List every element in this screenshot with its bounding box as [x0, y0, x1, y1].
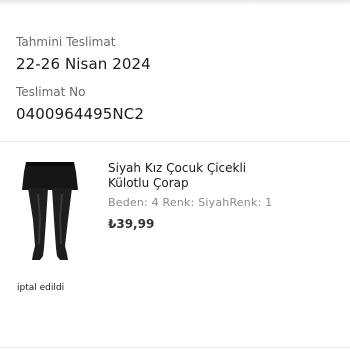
product-info: Siyah Kız Çocuk Çicekli Külotlu Çorap Be… [108, 161, 344, 232]
order-detail-page: Tahmini Teslimat 22-26 Nisan 2024 Teslim… [0, 0, 350, 350]
product-variant: Beden: 4 Renk: SiyahRenk: 1 [108, 196, 273, 209]
estimated-delivery-date: 22-26 Nisan 2024 [16, 55, 151, 73]
product-title-line-1[interactable]: Siyah Kız Çocuk Çicekli [108, 161, 344, 176]
product-image[interactable] [16, 158, 84, 262]
order-product-card[interactable]: Siyah Kız Çocuk Çicekli Külotlu Çorap Be… [0, 142, 350, 342]
tracking-number-label: Teslimat No [16, 85, 86, 99]
estimated-delivery-label: Tahmini Teslimat [16, 35, 116, 49]
order-status: iptal edildi [17, 283, 65, 293]
tights-icon [22, 162, 78, 260]
bottom-divider [0, 347, 350, 348]
tracking-number[interactable]: 0400964495NC2 [16, 104, 336, 124]
delivery-info: Tahmini Teslimat 22-26 Nisan 2024 Teslim… [16, 34, 336, 124]
product-price: ₺39,99 [108, 217, 155, 231]
header-shadow [0, 0, 350, 6]
product-title-line-2[interactable]: Külotlu Çorap [108, 176, 344, 191]
